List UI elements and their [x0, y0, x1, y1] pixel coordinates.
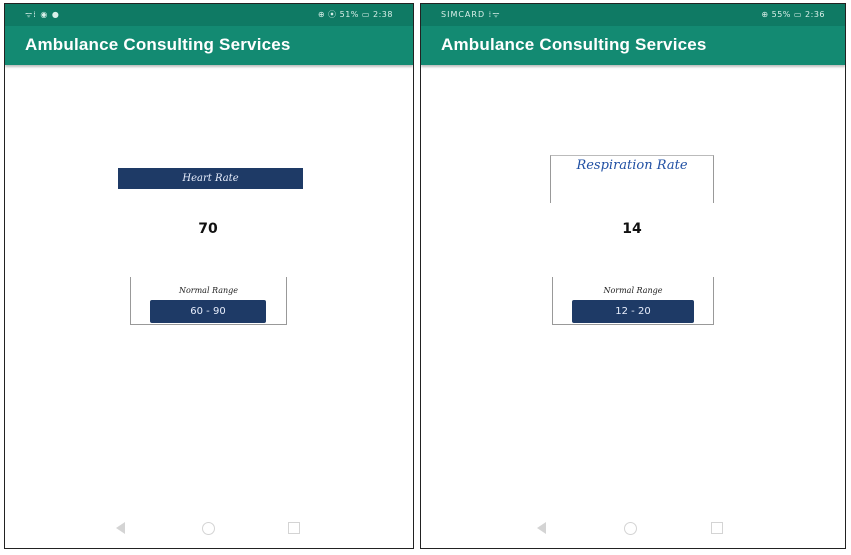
status-right-info: ⊕ 55% ▭ 2:36 [761, 10, 825, 19]
normal-range-card: Normal Range 60 - 90 [130, 277, 287, 325]
status-right-info: ⊕ ⦿ 51% ▭ 2:38 [317, 10, 393, 19]
status-left-icons: SIMCARD ⁞ᯤ [441, 10, 501, 19]
normal-range-caption: Normal Range [178, 286, 239, 295]
app-title: Ambulance Consulting Services [441, 35, 707, 54]
recent-apps-icon[interactable] [711, 522, 723, 534]
phone-screen-heart-rate: ᯤ⁞ ◉ ● ⊕ ⦿ 51% ▭ 2:38 Ambulance Consulti… [4, 3, 414, 549]
heart-rate-value: 70 [198, 221, 218, 237]
recent-apps-icon[interactable] [288, 522, 300, 534]
normal-range-value: 12 - 20 [572, 300, 694, 323]
back-icon[interactable] [116, 522, 125, 534]
app-title: Ambulance Consulting Services [25, 35, 291, 54]
normal-range-value: 60 - 90 [150, 300, 266, 323]
heart-rate-button[interactable]: Heart Rate [118, 168, 303, 189]
normal-range-card: Normal Range 12 - 20 [552, 277, 714, 325]
home-icon[interactable] [624, 522, 637, 535]
status-bar: ᯤ⁞ ◉ ● ⊕ ⦿ 51% ▭ 2:38 [5, 4, 413, 26]
respiration-rate-label: Respiration Rate [576, 158, 688, 173]
normal-range-caption: Normal Range [603, 286, 663, 295]
home-icon[interactable] [202, 522, 215, 535]
status-left-icons: ᯤ⁞ ◉ ● [25, 10, 60, 19]
app-bar: Ambulance Consulting Services [421, 26, 845, 65]
respiration-rate-button[interactable]: Respiration Rate [550, 155, 714, 203]
status-bar: SIMCARD ⁞ᯤ ⊕ 55% ▭ 2:36 [421, 4, 845, 26]
app-bar: Ambulance Consulting Services [5, 26, 413, 65]
system-nav-bar [5, 516, 413, 540]
system-nav-bar [421, 516, 845, 540]
phone-screen-respiration-rate: SIMCARD ⁞ᯤ ⊕ 55% ▭ 2:36 Ambulance Consul… [420, 3, 846, 549]
respiration-rate-value: 14 [622, 221, 642, 237]
back-icon[interactable] [537, 522, 546, 534]
